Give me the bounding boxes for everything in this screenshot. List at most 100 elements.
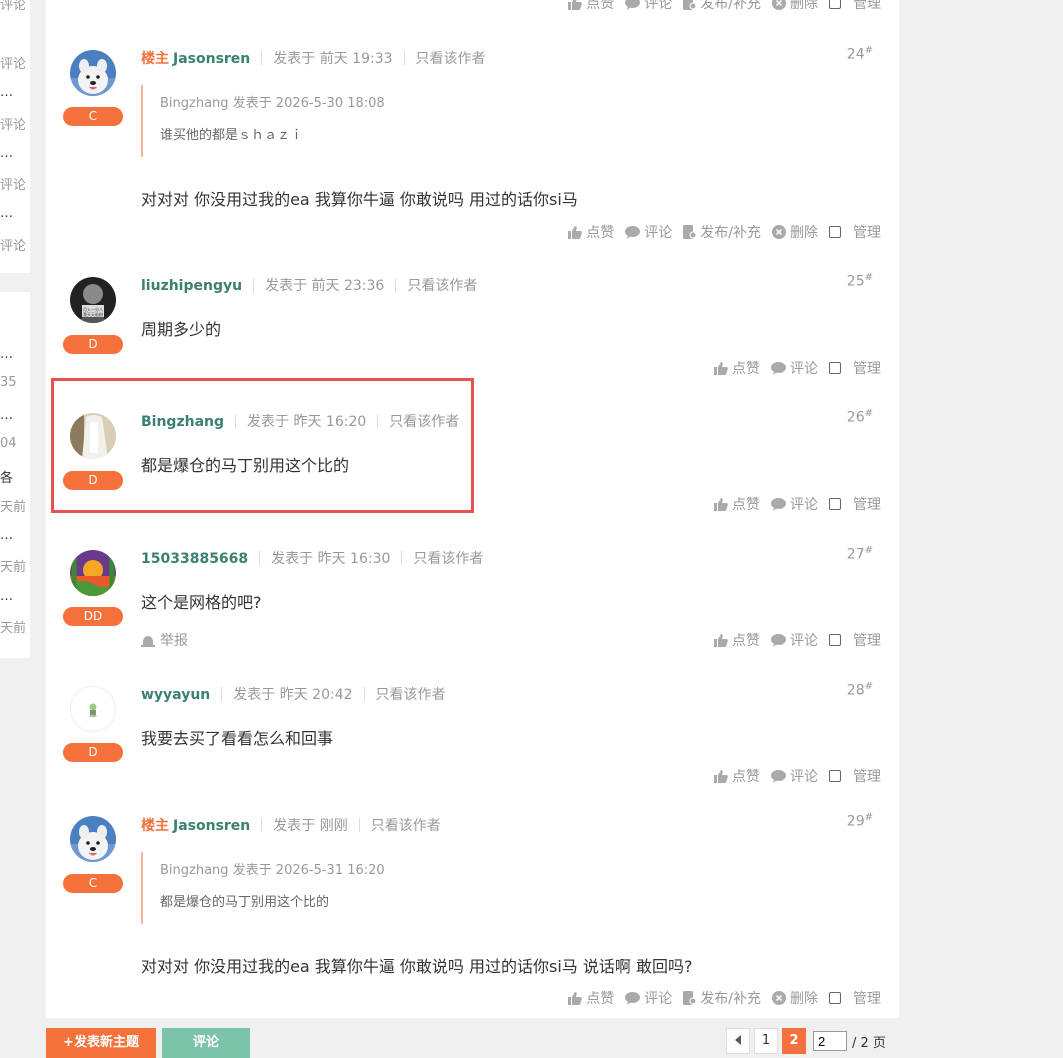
- user-level-badge: C: [63, 874, 123, 893]
- username-link[interactable]: Jasonsren: [173, 51, 250, 67]
- floor-number[interactable]: 27#: [847, 545, 873, 563]
- delete-button[interactable]: 删除: [772, 0, 818, 13]
- sidebar-text[interactable]: 各: [0, 467, 13, 486]
- post-actions: 点赞 评论 管理: [703, 494, 881, 514]
- new-topic-button[interactable]: +发表新主题: [46, 1028, 156, 1058]
- comment-button[interactable]: 评论: [771, 630, 818, 650]
- comment-button[interactable]: 评论: [771, 766, 818, 786]
- sidebar-text: 35: [0, 375, 17, 390]
- like-button[interactable]: 点赞: [714, 358, 760, 378]
- comment-label: 评论: [644, 0, 673, 12]
- posted-prefix: 发表于: [233, 687, 276, 703]
- like-button[interactable]: 点赞: [714, 630, 760, 650]
- manage-checkbox[interactable]: 管理: [829, 222, 881, 242]
- supplement-button[interactable]: 发布/补充: [683, 0, 761, 13]
- manage-checkbox[interactable]: 管理: [829, 630, 881, 650]
- comment-button-bottom[interactable]: 评论: [162, 1028, 250, 1058]
- like-button[interactable]: 点赞: [568, 222, 614, 242]
- posted-prefix: 发表于: [265, 278, 308, 294]
- checkbox-icon: [829, 0, 841, 9]
- username-link[interactable]: wyyayun: [141, 687, 210, 703]
- post-content: 对对对 你没用过我的ea 我算你牛逼 你敢说吗 用过的话你si马: [141, 190, 578, 209]
- quote-body: 谁买他的都是ｓｈａｚｉ: [160, 128, 304, 143]
- delete-button[interactable]: 删除: [772, 222, 818, 242]
- avatar[interactable]: [70, 50, 116, 96]
- avatar[interactable]: [70, 816, 116, 862]
- sidebar-text[interactable]: …: [0, 589, 13, 604]
- post-meta: 楼主 Jasonsren 发表于 前天 19:33 只看该作者: [141, 48, 486, 68]
- floor-value: 27: [846, 546, 865, 563]
- thumbs-up-icon: [714, 497, 728, 511]
- sidebar-text: 评论: [0, 57, 27, 72]
- floor-number[interactable]: 26#: [847, 408, 873, 426]
- sidebar-text[interactable]: …: [0, 146, 13, 161]
- page-1-link[interactable]: 1: [754, 1028, 778, 1054]
- post-actions: 点赞 评论 发布/补充 删除 管理: [557, 988, 881, 1008]
- only-author-link[interactable]: 只看该作者: [413, 551, 483, 567]
- sidebar-text: 天前: [0, 560, 27, 575]
- page-jump-input[interactable]: [813, 1031, 847, 1051]
- avatar[interactable]: 月入一分八 我天天粘粉: [70, 277, 116, 323]
- sidebar-text: 评论: [0, 239, 27, 254]
- sidebar-text[interactable]: …: [0, 206, 13, 221]
- delete-icon: [772, 0, 786, 10]
- floor-number[interactable]: 28#: [847, 681, 873, 699]
- prev-page-button[interactable]: [726, 1028, 750, 1054]
- like-label: 点赞: [586, 0, 615, 12]
- delete-button[interactable]: 删除: [772, 988, 818, 1008]
- manage-checkbox[interactable]: 管理: [829, 766, 881, 786]
- comment-button[interactable]: 评论: [771, 358, 818, 378]
- comment-button[interactable]: 评论: [771, 494, 818, 514]
- manage-checkbox[interactable]: 管理: [829, 988, 881, 1008]
- comment-icon: [771, 361, 786, 375]
- comment-label: 评论: [644, 225, 673, 241]
- post-content: 这个是网格的吧?: [141, 593, 262, 612]
- like-label: 点赞: [732, 497, 760, 513]
- like-button[interactable]: 点赞: [568, 0, 614, 13]
- manage-label: 管理: [853, 991, 881, 1007]
- posted-prefix: 发表于: [273, 51, 316, 67]
- svg-text:我天天粘粉: 我天天粘粉: [83, 311, 103, 317]
- like-button[interactable]: 点赞: [714, 766, 760, 786]
- comment-button[interactable]: 评论: [625, 0, 672, 13]
- comment-button[interactable]: 评论: [625, 222, 672, 242]
- supplement-button[interactable]: 发布/补充: [683, 988, 761, 1008]
- report-button[interactable]: 举报: [141, 630, 188, 650]
- manage-checkbox[interactable]: 管理: [829, 494, 881, 514]
- delete-label: 删除: [790, 991, 818, 1007]
- sidebar-text[interactable]: …: [0, 408, 13, 423]
- like-button[interactable]: 点赞: [568, 988, 614, 1008]
- floor-value: 29: [846, 813, 865, 830]
- post-actions: 点赞 评论 管理: [703, 358, 881, 378]
- thumbs-up-icon: [714, 769, 728, 783]
- comment-button[interactable]: 评论: [625, 988, 672, 1008]
- avatar[interactable]: [70, 550, 116, 596]
- sidebar-text[interactable]: …: [0, 528, 13, 543]
- username-link[interactable]: Jasonsren: [173, 818, 250, 834]
- only-author-link[interactable]: 只看该作者: [407, 278, 477, 294]
- sidebar-text: 评论: [0, 0, 27, 13]
- sidebar-text[interactable]: …: [0, 347, 13, 362]
- username-link[interactable]: liuzhipengyu: [141, 278, 242, 294]
- comment-icon: [625, 0, 641, 10]
- like-button[interactable]: 点赞: [714, 494, 760, 514]
- floor-number[interactable]: 25#: [847, 272, 873, 290]
- manage-checkbox[interactable]: 管理: [829, 358, 881, 378]
- sidebar-text[interactable]: …: [0, 85, 13, 100]
- like-label: 点赞: [732, 769, 760, 785]
- only-author-link[interactable]: 只看该作者: [416, 51, 486, 67]
- only-author-link[interactable]: 只看该作者: [371, 818, 441, 834]
- floor-number[interactable]: 24#: [847, 45, 873, 63]
- supplement-label: 发布/补充: [700, 991, 761, 1007]
- avatar[interactable]: [70, 686, 116, 732]
- thumbs-up-icon: [568, 0, 583, 10]
- username-link[interactable]: 15033885668: [141, 551, 248, 567]
- supplement-button[interactable]: 发布/补充: [683, 222, 761, 242]
- only-author-link[interactable]: 只看该作者: [376, 687, 446, 703]
- post-content: 对对对 你没用过我的ea 我算你牛逼 你敢说吗 用过的话你si马 说话啊 敢回吗…: [141, 957, 693, 976]
- floor-number[interactable]: 29#: [847, 812, 873, 830]
- comment-icon: [771, 769, 786, 783]
- left-sidebar-top: 评论 评论 … 评论 … 评论 … 评论: [0, 0, 30, 273]
- manage-checkbox[interactable]: 管理: [829, 0, 881, 13]
- post-actions: 点赞 评论 发布/补充 删除 管理: [557, 0, 881, 13]
